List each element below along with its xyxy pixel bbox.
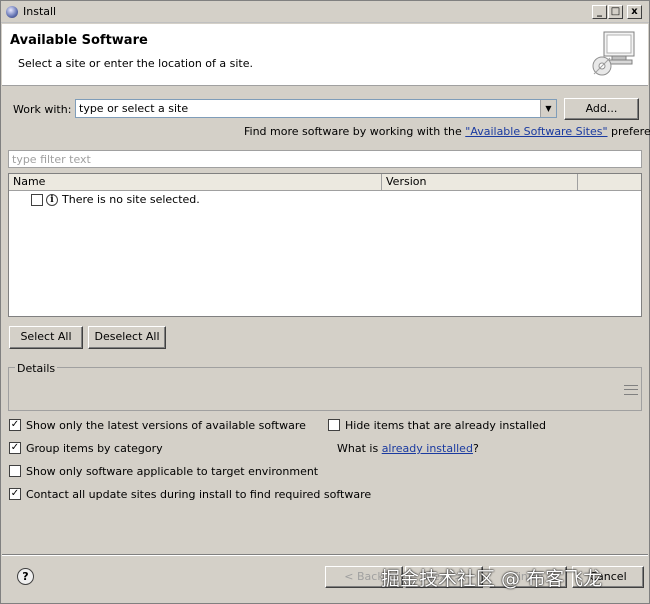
wizard-header: Available Software Select a site or ente… bbox=[2, 24, 648, 86]
details-label: Details bbox=[15, 362, 58, 375]
what-is-installed-text: What is already installed? bbox=[337, 442, 479, 455]
already-installed-link[interactable]: already installed bbox=[382, 442, 473, 455]
target-env-label: Show only software applicable to target … bbox=[26, 465, 319, 478]
work-with-value: type or select a site bbox=[79, 102, 189, 115]
hide-installed-checkbox[interactable] bbox=[328, 419, 340, 431]
watermark: 掘金技术社区 @ 布客飞龙 bbox=[381, 568, 603, 590]
details-panel bbox=[8, 367, 642, 411]
target-env-checkbox[interactable] bbox=[9, 465, 21, 477]
app-icon bbox=[6, 6, 18, 18]
latest-versions-label: Show only the latest versions of availab… bbox=[26, 419, 306, 432]
latest-versions-checkbox[interactable]: ✓ bbox=[9, 419, 21, 431]
what-is-suffix: ? bbox=[472, 442, 479, 455]
group-by-category-label: Group items by category bbox=[26, 442, 163, 455]
title-bar: Install _ □ x bbox=[1, 1, 649, 23]
filter-input[interactable]: type filter text bbox=[8, 150, 642, 168]
close-button[interactable]: x bbox=[627, 5, 642, 19]
work-with-combo[interactable]: type or select a site ▼ bbox=[75, 99, 557, 118]
chevron-down-icon[interactable]: ▼ bbox=[540, 100, 556, 117]
table-row-text: There is no site selected. bbox=[62, 193, 200, 206]
help-icon[interactable]: ? bbox=[17, 568, 34, 585]
add-site-button[interactable]: Add... bbox=[564, 98, 639, 120]
contact-sites-label: Contact all update sites during install … bbox=[26, 488, 372, 501]
minimize-button[interactable]: _ bbox=[592, 5, 607, 19]
available-sites-link[interactable]: "Available Software Sites" bbox=[465, 125, 607, 138]
contact-sites-checkbox[interactable]: ✓ bbox=[9, 488, 21, 500]
install-dialog: Install _ □ x Available Software Select … bbox=[0, 0, 650, 604]
software-table[interactable]: Name Version i There is no site selected… bbox=[8, 173, 642, 317]
find-more-suffix: preferences. bbox=[611, 125, 650, 138]
group-by-category-checkbox[interactable]: ✓ bbox=[9, 442, 21, 454]
select-all-button[interactable]: Select All bbox=[9, 326, 83, 349]
install-wizard-icon bbox=[592, 31, 635, 76]
column-header-version[interactable]: Version bbox=[382, 174, 578, 191]
column-header-name[interactable]: Name bbox=[9, 174, 382, 191]
deselect-all-button[interactable]: Deselect All bbox=[88, 326, 166, 349]
find-more-text: Find more software by working with the "… bbox=[244, 125, 650, 138]
maximize-button[interactable]: □ bbox=[608, 5, 623, 19]
hide-installed-label: Hide items that are already installed bbox=[345, 419, 547, 432]
resize-grip-icon[interactable] bbox=[624, 385, 638, 395]
row-checkbox[interactable] bbox=[31, 194, 43, 206]
column-header-filler bbox=[578, 174, 641, 191]
footer-separator bbox=[2, 554, 648, 556]
find-more-prefix: Find more software by working with the bbox=[244, 125, 466, 138]
work-with-label: Work with: bbox=[13, 103, 72, 116]
window-title: Install bbox=[23, 5, 57, 18]
what-is-prefix: What is bbox=[337, 442, 382, 455]
filter-placeholder: type filter text bbox=[12, 153, 91, 166]
info-icon: i bbox=[46, 194, 58, 206]
page-description: Select a site or enter the location of a… bbox=[18, 57, 254, 70]
page-title: Available Software bbox=[10, 33, 148, 48]
